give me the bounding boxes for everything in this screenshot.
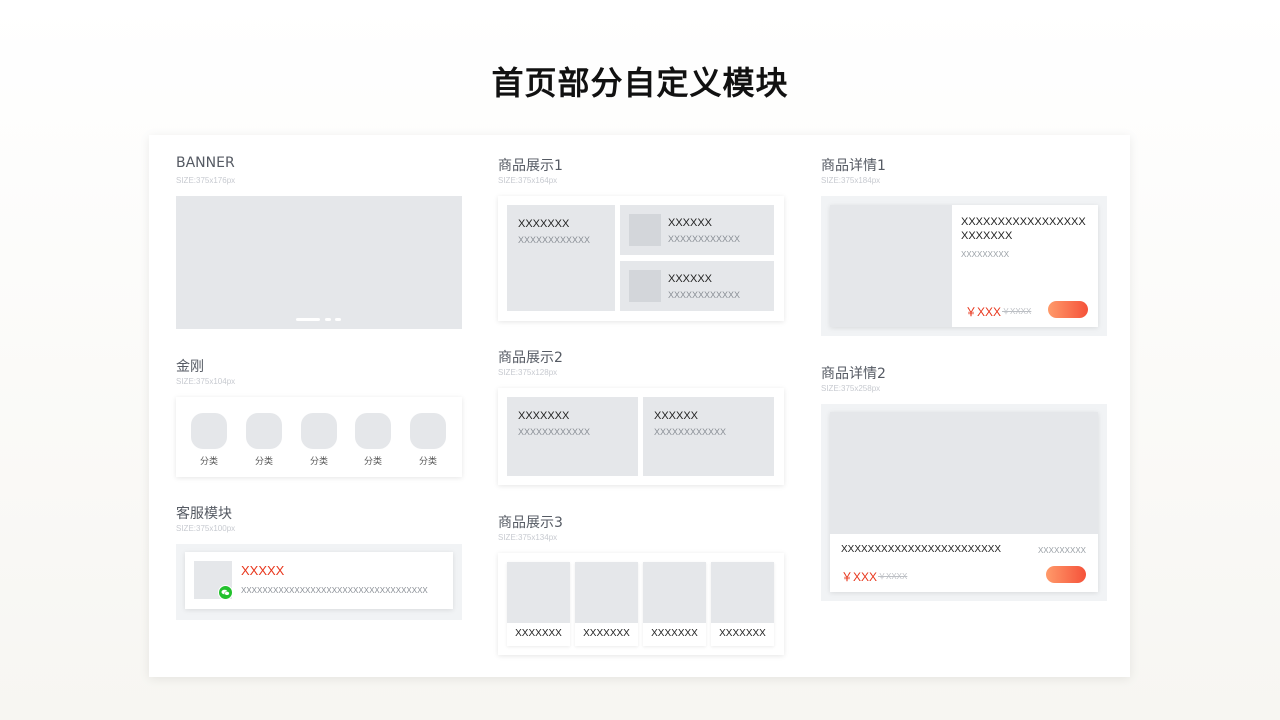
product3-card: XXXXXXX XXXXXXX XXXXXXX XXXXXXX [498,553,784,655]
product-thumb [643,562,706,623]
product1-card: XXXXXXX XXXXXXXXXXXX XXXXXX XXXXXXXXXXXX… [498,196,784,321]
buy-button[interactable] [1048,301,1088,318]
product-sub: XXXXXXXXXXXX [654,427,727,437]
category-icon[interactable] [410,413,446,449]
module-board: BANNER SIZE:375x176px 金刚 SIZE:375x104px … [149,135,1130,677]
product-name: XXXXXXXXXXXXXXXXXXXXXXXX [961,216,1086,242]
product-name: XXXXXXX [515,628,562,639]
product3-item[interactable]: XXXXXXX [711,562,774,646]
product-name: XXXXXX [654,410,699,422]
product2-size: SIZE:375x128px [498,368,558,377]
wechat-icon [218,585,233,600]
product-old-price: ￥XXXX [878,572,908,581]
banner-dot-active[interactable] [296,318,320,321]
buy-button[interactable] [1046,566,1086,583]
service-module: XXXXX XXXXXXXXXXXXXXXXXXXXXXXXXXXXXXXXXX… [176,544,462,620]
product-sub: XXXXXXXXXXXX [668,290,741,300]
product-thumb [575,562,638,623]
product-old-price: ￥XXXX [1002,307,1032,316]
service-size: SIZE:375x100px [176,524,236,533]
product1-size: SIZE:375x164px [498,176,558,185]
product-thumb [507,562,570,623]
detail1-size: SIZE:375x184px [821,176,881,185]
category-label[interactable]: 分类 [189,454,229,467]
jingang-size: SIZE:375x104px [176,377,236,386]
product-sub: XXXXXXXXXXXX [518,427,591,437]
product1-item[interactable]: XXXXXX XXXXXXXXXXXX [620,205,774,255]
product2-item[interactable]: XXXXXXX XXXXXXXXXXXX [507,397,638,476]
category-label[interactable]: 分类 [244,454,284,467]
page-title: 首页部分自定义模块 [491,64,789,102]
product2-card: XXXXXXX XXXXXXXXXXXX XXXXXX XXXXXXXXXXXX [498,388,784,485]
product1-item[interactable]: XXXXXX XXXXXXXXXXXX [620,261,774,311]
product-sub: XXXXXXXXX [961,250,1010,259]
detail1-title: 商品详情1 [821,158,886,174]
product-thumb [629,214,661,246]
product1-title: 商品展示1 [498,158,563,174]
product-image [830,205,952,327]
product3-item[interactable]: XXXXXXX [507,562,570,646]
product-name: XXXXXXXXXXXXXXXXXXXXXXXX [841,544,1002,555]
detail2-title: 商品详情2 [821,366,886,382]
product-name: XXXXXXX [518,410,570,422]
product3-item[interactable]: XXXXXXX [643,562,706,646]
product-name: XXXXXXX [583,628,630,639]
product-name: XXXXXXX [719,628,766,639]
product-thumb [629,270,661,302]
product3-title: 商品展示3 [498,515,563,531]
product-image [830,412,1098,534]
product1-main-item[interactable]: XXXXXXX XXXXXXXXXXXX [507,205,615,311]
category-label[interactable]: 分类 [408,454,448,467]
product2-item[interactable]: XXXXXX XXXXXXXXXXXX [643,397,774,476]
category-label[interactable]: 分类 [353,454,393,467]
product-name: XXXXXX [668,217,713,229]
product-thumb [711,562,774,623]
service-title: 客服模块 [176,506,232,522]
detail1-module: XXXXXXXXXXXXXXXXXXXXXXXX XXXXXXXXX ￥XXX … [821,196,1107,336]
product-sub: XXXXXXXXXXXX [518,235,591,245]
banner-dot[interactable] [335,318,341,321]
detail1-card[interactable]: XXXXXXXXXXXXXXXXXXXXXXXX XXXXXXXXX ￥XXX … [830,205,1098,327]
product2-title: 商品展示2 [498,350,563,366]
product-sub: XXXXXXXXX [1037,546,1086,555]
jingang-title: 金刚 [176,359,204,375]
detail2-module: XXXXXXXXXXXXXXXXXXXXXXXX XXXXXXXXX ￥XXX … [821,404,1107,601]
banner-size: SIZE:375x176px [176,176,236,185]
product-price: ￥XXX [965,305,1002,319]
service-desc: XXXXXXXXXXXXXXXXXXXXXXXXXXXXXXXXXXX [241,586,428,595]
product-name: XXXXXXX [651,628,698,639]
category-label[interactable]: 分类 [299,454,339,467]
detail2-card[interactable]: XXXXXXXXXXXXXXXXXXXXXXXX XXXXXXXXX ￥XXX … [830,412,1098,592]
banner-title: BANNER [176,155,235,171]
service-name: XXXXX [241,563,285,578]
product-name: XXXXXX [668,273,713,285]
category-icon[interactable] [191,413,227,449]
jingang-card: 分类 分类 分类 分类 分类 [176,397,462,477]
product3-size: SIZE:375x134px [498,533,558,542]
banner-image[interactable] [176,196,462,329]
category-icon[interactable] [301,413,337,449]
product-sub: XXXXXXXXXXXX [668,234,741,244]
product-price: ￥XXX [841,570,878,584]
category-icon[interactable] [355,413,391,449]
product3-item[interactable]: XXXXXXX [575,562,638,646]
detail2-size: SIZE:375x258px [821,384,881,393]
service-card[interactable]: XXXXX XXXXXXXXXXXXXXXXXXXXXXXXXXXXXXXXXX… [185,552,453,609]
product-name: XXXXXXX [518,218,570,230]
category-icon[interactable] [246,413,282,449]
banner-dot[interactable] [325,318,331,321]
